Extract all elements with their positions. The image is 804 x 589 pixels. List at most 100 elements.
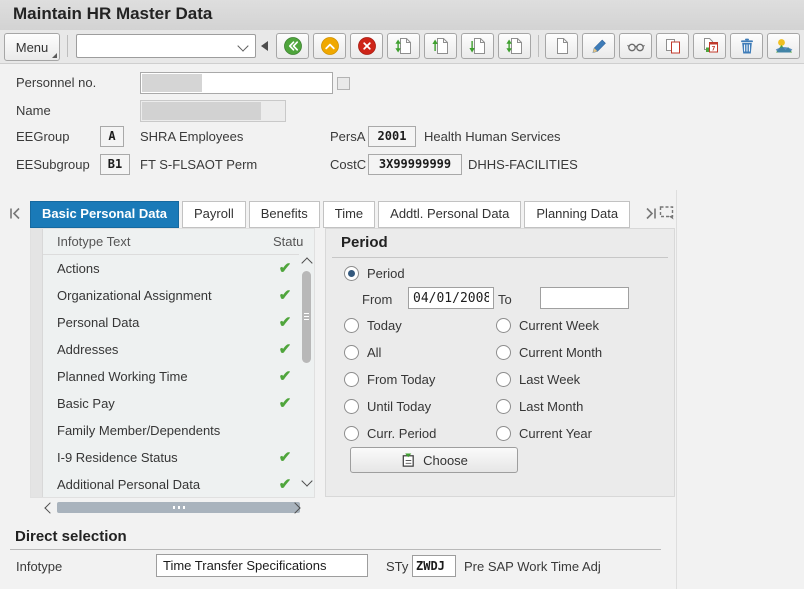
- delimit-button[interactable]: 7: [693, 33, 726, 59]
- name-field: [140, 100, 286, 122]
- horizontal-scrollbar[interactable]: [30, 500, 315, 515]
- table-row[interactable]: Planned Working Time ✔: [43, 363, 299, 390]
- scroll-tabs-last-button[interactable]: [644, 206, 658, 224]
- delete-icon: [740, 38, 753, 54]
- scroll-tabs-first-button[interactable]: [8, 206, 22, 224]
- table-row[interactable]: Addresses ✔: [43, 336, 299, 363]
- costc-text: DHHS-FACILITIES: [468, 157, 578, 172]
- scroll-up-icon[interactable]: [301, 257, 313, 269]
- radio-current-year-row[interactable]: Current Year: [496, 426, 592, 441]
- radio-today[interactable]: [344, 318, 359, 333]
- tab-time[interactable]: Time: [322, 201, 376, 228]
- radio-from-today[interactable]: [344, 372, 359, 387]
- page-title: Maintain HR Master Data: [13, 4, 213, 23]
- table-row[interactable]: Organizational Assignment ✔: [43, 282, 299, 309]
- table-header: Infotype Text Statu: [43, 229, 303, 255]
- status-check-icon: ✔: [278, 449, 292, 466]
- table-row[interactable]: Personal Data ✔: [43, 309, 299, 336]
- copy-icon: [665, 39, 680, 54]
- table-row[interactable]: Additional Personal Data ✔: [43, 471, 299, 498]
- tab-addtl-personal-data[interactable]: Addtl. Personal Data: [378, 201, 522, 228]
- tab-payroll[interactable]: Payroll: [182, 201, 246, 228]
- status-check-icon: ✔: [278, 395, 292, 412]
- page-down-icon: [468, 38, 485, 54]
- exit-button[interactable]: [313, 33, 346, 59]
- scroll-down-icon[interactable]: [301, 475, 313, 487]
- create-button[interactable]: [545, 33, 578, 59]
- eegroup-value-field[interactable]: A: [100, 126, 124, 147]
- from-date-input[interactable]: [408, 287, 494, 309]
- copy-button[interactable]: [656, 33, 689, 59]
- radio-current-week[interactable]: [496, 318, 511, 333]
- personnel-no-input[interactable]: [140, 72, 333, 94]
- eesubgroup-value-field[interactable]: B1: [100, 154, 130, 175]
- change-button[interactable]: [582, 33, 615, 59]
- radio-current-month[interactable]: [496, 345, 511, 360]
- vertical-scrollbar[interactable]: [300, 256, 313, 488]
- radio-all[interactable]: [344, 345, 359, 360]
- cancel-button[interactable]: [350, 33, 383, 59]
- tab-benefits[interactable]: Benefits: [248, 201, 320, 228]
- overview-button[interactable]: [767, 33, 800, 59]
- infotype-input[interactable]: [156, 554, 368, 577]
- back-button[interactable]: [276, 33, 309, 59]
- sap-window: Maintain HR Master Data Menu 7 Personnel…: [0, 0, 804, 589]
- to-date-input[interactable]: [540, 287, 629, 309]
- menu-button-label: Menu: [15, 39, 49, 55]
- costc-value-field[interactable]: 3X99999999: [368, 154, 462, 175]
- radio-last-week[interactable]: [496, 372, 511, 387]
- last-page-button[interactable]: [498, 33, 531, 59]
- sty-input[interactable]: [412, 555, 456, 577]
- first-page-button[interactable]: [387, 33, 420, 59]
- table-row[interactable]: I-9 Residence Status ✔: [43, 444, 299, 471]
- eegroup-label: EEGroup: [16, 129, 70, 144]
- period-title: Period: [341, 234, 388, 251]
- eesubgroup-label: EESubgroup: [16, 157, 90, 172]
- display-button[interactable]: [619, 33, 652, 59]
- tab-basic-personal-data[interactable]: Basic Personal Data: [30, 201, 180, 228]
- status-check-icon: ✔: [278, 476, 292, 493]
- page-up-button[interactable]: [424, 33, 457, 59]
- radio-current-month-row[interactable]: Current Month: [496, 345, 602, 360]
- status-check-icon: ✔: [278, 260, 292, 277]
- persa-value-field[interactable]: 2001: [368, 126, 416, 147]
- command-input[interactable]: [79, 37, 241, 57]
- col-infotype-text: Infotype Text: [57, 234, 131, 249]
- radio-last-month[interactable]: [496, 399, 511, 414]
- divider: [332, 257, 668, 258]
- radio-all-row[interactable]: All: [344, 345, 381, 360]
- tab-planning-data[interactable]: Planning Data: [524, 201, 631, 228]
- radio-last-week-row[interactable]: Last Week: [496, 372, 580, 387]
- radio-curr-period[interactable]: [344, 426, 359, 441]
- radio-from-today-row[interactable]: From Today: [344, 372, 435, 387]
- search-help-icon[interactable]: [337, 77, 350, 90]
- radio-period-row[interactable]: Period: [344, 266, 405, 281]
- radio-today-row[interactable]: Today: [344, 318, 402, 333]
- choose-calendar-icon: [402, 452, 414, 467]
- radio-until-today-row[interactable]: Until Today: [344, 399, 431, 414]
- radio-current-week-row[interactable]: Current Week: [496, 318, 599, 333]
- scrollbar-thumb[interactable]: [302, 271, 311, 363]
- infotype-table: Infotype Text Statu Actions ✔ Organizatio…: [30, 228, 315, 498]
- delete-button[interactable]: [730, 33, 763, 59]
- page-down-button[interactable]: [461, 33, 494, 59]
- table-row[interactable]: Family Member/Dependents: [43, 417, 299, 444]
- table-row[interactable]: Basic Pay ✔: [43, 390, 299, 417]
- exit-icon: [320, 37, 339, 55]
- scrollbar-thumb[interactable]: [57, 502, 300, 513]
- radio-period[interactable]: [344, 266, 359, 281]
- choose-button[interactable]: Choose: [350, 447, 518, 473]
- row-selector-column[interactable]: [31, 229, 43, 497]
- scroll-left-icon[interactable]: [44, 502, 56, 514]
- radio-last-month-row[interactable]: Last Month: [496, 399, 583, 414]
- collapse-arrow-icon[interactable]: [261, 41, 268, 51]
- menu-button[interactable]: Menu: [4, 33, 60, 61]
- tab-overview-button[interactable]: [659, 204, 675, 223]
- tab-overview-icon: [659, 206, 674, 220]
- table-row[interactable]: Actions ✔: [43, 255, 299, 282]
- radio-current-year[interactable]: [496, 426, 511, 441]
- eegroup-text: SHRA Employees: [140, 129, 244, 144]
- command-field[interactable]: [76, 34, 256, 58]
- radio-curr-period-row[interactable]: Curr. Period: [344, 426, 436, 441]
- radio-until-today[interactable]: [344, 399, 359, 414]
